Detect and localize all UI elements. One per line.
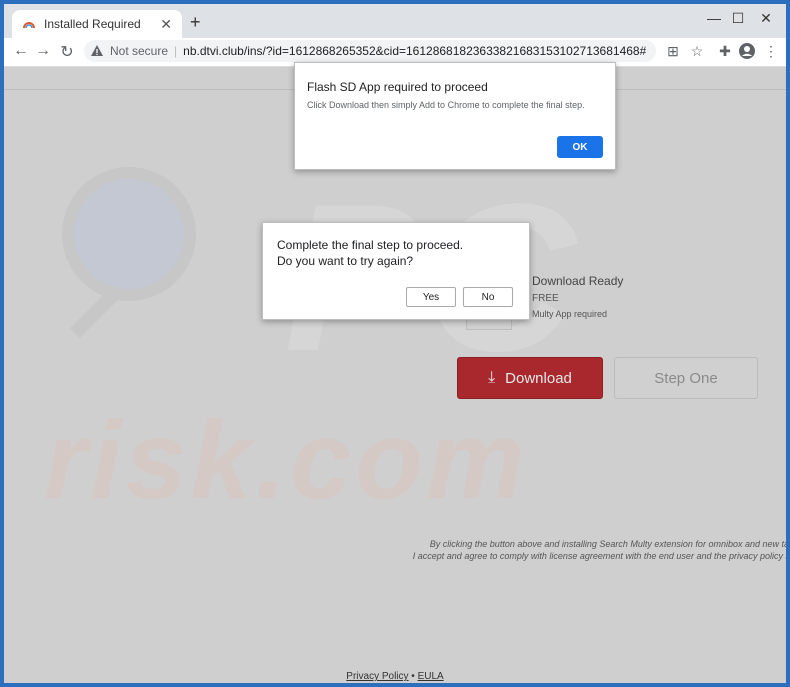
tab-title: Installed Required — [44, 17, 141, 31]
watermark-magnifier-icon — [62, 167, 196, 301]
no-button[interactable]: No — [463, 287, 513, 307]
footer-bullet: • — [408, 671, 418, 682]
footer-links: Privacy Policy • EULA — [4, 671, 786, 682]
new-tab-button[interactable]: + — [190, 12, 201, 33]
disclaimer-line-2: I accept and agree to comply with licens… — [412, 551, 786, 561]
warning-icon — [91, 45, 103, 56]
tab-favicon-icon — [23, 22, 35, 29]
privacy-policy-link[interactable]: Privacy Policy — [346, 671, 408, 682]
flash-required-dialog: Flash SD App required to proceed Click D… — [294, 62, 616, 170]
browser-window: Installed Required ✕ + — ☐ ✕ ← → ↻ Not s… — [4, 4, 786, 683]
confirm-line-2: Do you want to try again? — [277, 254, 414, 268]
download-button[interactable]: ⤓ Download — [457, 357, 603, 399]
tab-close-icon[interactable]: ✕ — [160, 16, 172, 33]
qr-code-icon[interactable]: ⊞ — [664, 43, 682, 60]
bookmark-star-icon[interactable]: ☆ — [688, 43, 706, 60]
confirm-dialog: Complete the final step to proceed. Do y… — [262, 222, 530, 320]
reload-button[interactable]: ↻ — [58, 42, 76, 62]
confirm-line-1: Complete the final step to proceed. — [277, 238, 464, 252]
close-window-button[interactable]: ✕ — [756, 10, 776, 27]
browser-tab[interactable]: Installed Required ✕ — [12, 10, 182, 38]
free-label: FREE — [532, 293, 559, 304]
watermark-magnifier-handle — [69, 285, 123, 339]
ok-button[interactable]: OK — [557, 136, 603, 158]
url-text[interactable]: nb.dtvi.club/ins/?id=1612868265352&cid=1… — [183, 44, 646, 58]
title-bar: Installed Required ✕ + — ☐ ✕ — [4, 4, 786, 38]
download-ready-label: Download Ready — [532, 274, 624, 288]
download-button-label: Download — [505, 369, 572, 387]
multy-required-label: Multy App required — [532, 309, 608, 319]
dialog-title: Flash SD App required to proceed — [307, 80, 488, 94]
step-one-button[interactable]: Step One — [614, 357, 758, 399]
not-secure-label: Not secure — [110, 44, 169, 58]
download-arrow-icon: ⤓ — [488, 369, 496, 386]
address-separator: | — [174, 44, 178, 58]
extensions-icon[interactable]: ✚ — [716, 43, 734, 60]
profile-avatar-icon[interactable] — [738, 42, 756, 60]
eula-link[interactable]: EULA — [418, 671, 444, 682]
menu-icon[interactable]: ⋮ — [762, 43, 780, 60]
forward-button[interactable]: → — [34, 42, 52, 60]
back-button[interactable]: ← — [12, 42, 30, 60]
maximize-button[interactable]: ☐ — [728, 10, 748, 27]
watermark-text: risk.com — [44, 399, 529, 522]
dialog-message: Click Download then simply Add to Chrome… — [307, 100, 585, 110]
disclaimer-text: By clicking the button above and install… — [374, 538, 786, 562]
disclaimer-line-1: By clicking the button above and install… — [429, 539, 786, 549]
address-bar[interactable]: Not secure | nb.dtvi.club/ins/?id=161286… — [84, 40, 656, 62]
step-one-label: Step One — [654, 369, 718, 387]
minimize-button[interactable]: — — [704, 10, 724, 26]
yes-button[interactable]: Yes — [406, 287, 456, 307]
